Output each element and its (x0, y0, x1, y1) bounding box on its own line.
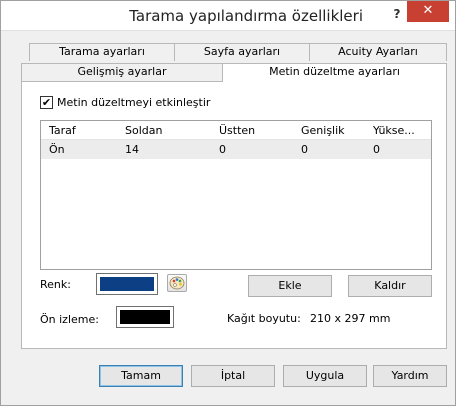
tab-page-settings[interactable]: Sayfa ayarları (174, 43, 310, 61)
enable-correction-checkbox[interactable]: ✔ (40, 96, 53, 109)
cancel-button[interactable]: İptal (191, 365, 275, 387)
tab-advanced-settings[interactable]: Gelişmiş ayarlar (21, 63, 223, 81)
color-label: Renk: (40, 278, 71, 291)
table-row[interactable]: Ön 14 0 0 0 (41, 140, 431, 159)
tab-row-2: Gelişmiş ayarlar Metin düzeltme ayarları (21, 63, 447, 82)
cell-top: 0 (219, 143, 226, 156)
enable-correction-row[interactable]: ✔ Metin düzeltmeyi etkinleştir (40, 96, 210, 109)
palette-icon (169, 276, 185, 290)
title-bar[interactable]: Tarama yapılandırma özellikleri ? ✕ (1, 1, 455, 31)
color-picker-swatch[interactable] (96, 273, 158, 295)
close-icon: ✕ (422, 3, 434, 18)
tab-scan-settings[interactable]: Tarama ayarları (29, 43, 175, 61)
enable-correction-label: Metin düzeltmeyi etkinleştir (57, 96, 211, 109)
tab-acuity-settings[interactable]: Acuity Ayarları (309, 43, 447, 61)
help-title-button[interactable]: ? (387, 4, 407, 24)
region-grid[interactable]: Taraf Soldan Üstten Genişlik Yükse... Ön… (40, 120, 432, 270)
paper-size-value: 210 x 297 mm (310, 312, 391, 325)
preview-label: Ön izleme: (40, 313, 99, 326)
column-header-top[interactable]: Üstten (211, 121, 293, 139)
paper-size-label: Kağıt boyutu: (227, 312, 301, 325)
preview-fill (120, 310, 170, 324)
cell-height: 0 (373, 143, 380, 156)
palette-button[interactable] (167, 274, 187, 292)
cell-width: 0 (301, 143, 308, 156)
dialog-window: Tarama yapılandırma özellikleri ? ✕ Tara… (0, 0, 456, 406)
column-header-width[interactable]: Genişlik (293, 121, 365, 139)
color-fill (100, 277, 154, 291)
window-title: Tarama yapılandırma özellikleri (129, 7, 363, 25)
tab-panel: ✔ Metin düzeltmeyi etkinleştir Taraf Sol… (21, 81, 447, 349)
cell-side: Ön (49, 143, 65, 156)
column-header-height[interactable]: Yükse... (365, 121, 431, 139)
remove-button[interactable]: Kaldır (348, 275, 432, 297)
apply-button[interactable]: Uygula (283, 365, 367, 387)
close-button[interactable]: ✕ (407, 1, 449, 22)
cell-left: 14 (125, 143, 139, 156)
grid-header: Taraf Soldan Üstten Genişlik Yükse... (41, 121, 431, 140)
ok-button[interactable]: Tamam (99, 365, 183, 387)
tab-row-1: Tarama ayarları Sayfa ayarları Acuity Ay… (29, 43, 447, 61)
help-button[interactable]: Yardım (373, 365, 447, 387)
column-header-left[interactable]: Soldan (117, 121, 211, 139)
preview-swatch[interactable] (116, 306, 174, 328)
add-button[interactable]: Ekle (248, 275, 332, 297)
tab-text-correction-settings[interactable]: Metin düzeltme ayarları (222, 63, 447, 82)
column-header-side[interactable]: Taraf (41, 121, 117, 139)
